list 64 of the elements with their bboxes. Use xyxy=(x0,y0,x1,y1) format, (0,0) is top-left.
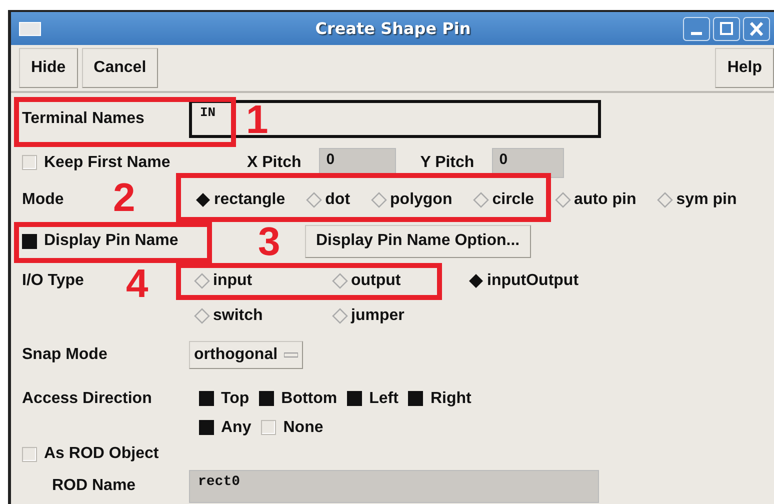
field-label: I/O Type xyxy=(22,272,84,290)
checkbox[interactable] xyxy=(22,234,37,248)
window-title: Create Shape Pin xyxy=(314,19,472,38)
field-label: X Pitch xyxy=(247,154,302,172)
radio-option[interactable]: polygon xyxy=(370,191,452,209)
field-label: Terminal Names xyxy=(22,110,144,128)
radio-option[interactable]: switch xyxy=(193,307,263,325)
display-option-button[interactable]: Display Pin Name Option... xyxy=(305,224,531,258)
radio-option[interactable]: inputOutput xyxy=(467,272,579,290)
checkbox-label: Top xyxy=(221,390,250,408)
minimize-icon[interactable] xyxy=(683,16,710,40)
close-icon[interactable] xyxy=(743,16,770,40)
radio-option[interactable]: dot xyxy=(305,191,350,209)
checkbox-label: Right xyxy=(430,390,472,408)
checkbox-label: Left xyxy=(369,390,398,408)
checkbox-label: Bottom xyxy=(281,390,338,408)
snap-mode-dropdown[interactable]: orthogonal xyxy=(189,341,303,369)
annotation-number: 4 xyxy=(126,264,148,304)
radio-diamond-icon xyxy=(331,272,349,290)
radio-diamond-icon xyxy=(656,191,674,209)
checkbox-label: None xyxy=(283,418,324,436)
annotation-number: 2 xyxy=(113,178,136,218)
help-button[interactable]: Help xyxy=(715,48,774,88)
checkbox-label: Any xyxy=(221,418,252,436)
field-label: Access Direction xyxy=(22,390,152,408)
checkbox[interactable] xyxy=(199,420,214,435)
annotation-number: 3 xyxy=(258,222,280,262)
radio-diamond-icon xyxy=(370,191,388,209)
checkbox-label: Keep First Name xyxy=(44,154,170,172)
checkbox[interactable] xyxy=(261,420,276,435)
rod-name-field[interactable]: rect0 xyxy=(189,470,599,502)
field-label: ROD Name xyxy=(52,477,136,495)
dropdown-indicator-icon xyxy=(284,352,298,358)
annotation-number: 1 xyxy=(246,100,268,140)
checkbox[interactable] xyxy=(199,391,214,406)
radio-option[interactable]: input xyxy=(193,272,252,290)
checkbox-label: Display Pin Name xyxy=(44,232,178,250)
radio-option[interactable]: output xyxy=(331,272,401,290)
checkbox[interactable] xyxy=(259,391,274,406)
radio-option[interactable]: rectangle xyxy=(194,191,286,209)
checkbox-label: As ROD Object xyxy=(44,445,159,463)
radio-diamond-icon xyxy=(472,191,490,209)
field-label: Y Pitch xyxy=(420,154,474,172)
radio-option[interactable]: auto pin xyxy=(554,191,636,209)
checkbox[interactable] xyxy=(347,391,362,406)
field-label: Mode xyxy=(22,191,64,209)
window-menu-icon[interactable] xyxy=(19,22,41,36)
radio-option[interactable]: circle xyxy=(472,191,534,209)
radio-diamond-icon xyxy=(331,307,349,325)
radio-option[interactable]: sym pin xyxy=(656,191,737,209)
radio-diamond-icon xyxy=(193,272,211,290)
radio-diamond-icon xyxy=(467,272,485,290)
checkbox[interactable] xyxy=(408,391,424,406)
checkbox[interactable] xyxy=(22,155,37,170)
field-label: Snap Mode xyxy=(22,346,108,364)
toolbar-button[interactable]: Hide xyxy=(19,48,78,88)
radio-diamond-icon xyxy=(554,191,572,209)
toolbar-button[interactable]: Cancel xyxy=(82,48,158,88)
radio-diamond-icon xyxy=(305,191,324,209)
radio-diamond-icon xyxy=(193,307,211,325)
radio-option[interactable]: jumper xyxy=(331,307,404,325)
radio-diamond-icon xyxy=(194,191,212,209)
maximize-icon[interactable] xyxy=(713,16,740,40)
checkbox[interactable] xyxy=(22,446,37,462)
